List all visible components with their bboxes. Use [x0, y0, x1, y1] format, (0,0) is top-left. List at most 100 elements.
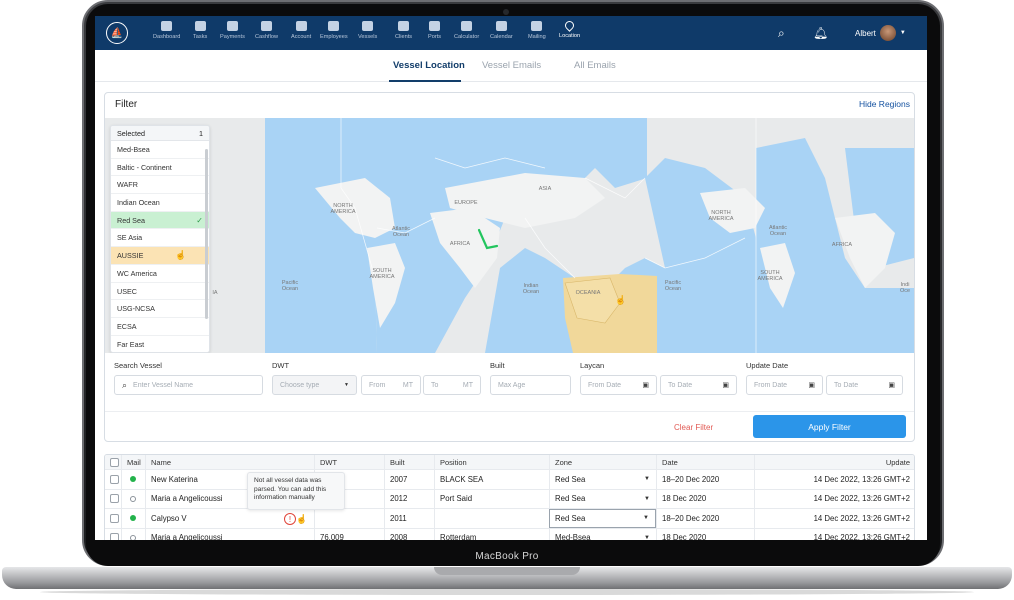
nav-item-ports[interactable]: Ports — [428, 21, 441, 40]
nav-item-tasks[interactable]: Tasks — [193, 21, 207, 40]
column-header-zone[interactable]: Zone — [549, 455, 656, 469]
search-vessel-label: Search Vessel — [114, 361, 162, 370]
mail-cell — [121, 528, 145, 540]
app-logo-icon[interactable]: ⛵ — [106, 22, 128, 44]
caret-down-icon: ▼ — [644, 476, 650, 483]
built-value: 2007 — [390, 474, 408, 484]
column-header-built[interactable]: Built — [384, 455, 434, 469]
update-to-input[interactable]: To Date ▣ — [826, 375, 903, 395]
nav-item-cashflow[interactable]: Cashflow — [255, 21, 278, 40]
mail-cell — [121, 470, 145, 489]
map-label-oceania: OCEANIA — [575, 290, 601, 296]
table-row[interactable]: Maria a Angelicoussi 76,009 2008 Rotterdam M… — [105, 528, 914, 540]
search-icon[interactable]: ⌕ — [778, 26, 785, 41]
update-value: 14 Dec 2022, 13:26 GMT+2 — [813, 474, 910, 484]
cell-zone[interactable]: Med-Bsea ▼ — [549, 528, 656, 540]
map-label-pacific: Pacific Ocean — [281, 280, 299, 292]
nav-item-vessels[interactable]: Vessels — [358, 21, 377, 40]
tab-vessel-emails[interactable]: Vessel Emails — [482, 60, 541, 71]
region-item[interactable]: Med-Bsea — [111, 141, 209, 159]
nav-item-dashboard[interactable]: Dashboard — [153, 21, 180, 40]
region-item-selected[interactable]: Red Sea ✓ — [111, 211, 209, 230]
tab-all-emails[interactable]: All Emails — [574, 60, 616, 71]
region-list: Selected 1 Med-Bsea Baltic - Continent W… — [110, 125, 210, 353]
region-item[interactable]: WC America — [111, 265, 209, 283]
checkmark-icon: ✓ — [196, 215, 203, 225]
tab-vessel-location[interactable]: Vessel Location — [393, 60, 465, 71]
cell-zone[interactable]: Red Sea ▼ — [549, 489, 656, 508]
hide-regions-link[interactable]: Hide Regions — [859, 99, 910, 109]
dashboard-icon — [161, 21, 173, 31]
nav-item-location[interactable]: Location — [559, 19, 580, 39]
select-all-checkbox[interactable] — [110, 457, 119, 467]
table-row[interactable]: Maria a Angelicoussi 2012 Port Said Red Sea… — [105, 489, 914, 509]
cell-zone[interactable]: Red Sea ▼ — [549, 470, 656, 489]
nav-item-employees[interactable]: Employees — [320, 21, 348, 40]
macbook-device: ⛵ Dashboard Tasks Payments Cashflow Account E… — [0, 0, 1014, 600]
search-vessel-input[interactable]: ⌕ Enter Vessel Name — [114, 375, 263, 395]
laycan-from-input[interactable]: From Date ▣ — [580, 375, 657, 395]
region-item[interactable]: USEC — [111, 283, 209, 301]
mail-status-icon — [130, 495, 136, 502]
dwt-unit: MT — [402, 381, 413, 389]
region-item[interactable]: ECSA — [111, 318, 209, 336]
info-tooltip: Not all vessel data was parsed. You can … — [247, 472, 345, 510]
world-map[interactable]: NORTH AMERICA EUROPE ASIA AFRICA SOUTH A… — [105, 118, 914, 353]
built-input[interactable]: Max Age — [490, 375, 571, 395]
tab-bar: Vessel Location Vessel Emails All Emails — [95, 50, 927, 82]
mailing-icon — [531, 21, 543, 31]
column-header-date[interactable]: Date — [656, 455, 754, 469]
cell-built: 2007 — [384, 470, 434, 489]
nav-item-calculator[interactable]: Calculator — [454, 21, 479, 40]
column-header-position[interactable]: Position — [434, 455, 549, 469]
zone-value: Red Sea — [555, 494, 586, 504]
mail-cell — [121, 509, 145, 528]
clear-filter-button[interactable]: Clear Filter — [674, 423, 713, 432]
row-checkbox[interactable] — [110, 513, 119, 523]
nav-item-calendar[interactable]: Calendar — [490, 21, 513, 40]
region-item[interactable]: Baltic - Continent — [111, 159, 209, 177]
laycan-to-input[interactable]: To Date ▣ — [660, 375, 737, 395]
region-item[interactable]: USG-NCSA — [111, 300, 209, 318]
dwt-from-input[interactable]: From MT — [361, 375, 421, 395]
calendar-icon — [495, 21, 507, 31]
table-row[interactable]: New Katerina 2007 BLACK SEA Red Sea ▼ 18–20 D… — [105, 470, 914, 490]
nav-item-payments[interactable]: Payments — [220, 21, 245, 40]
selected-count: 1 — [199, 128, 203, 138]
row-select-cell — [105, 490, 121, 509]
mail-status-icon — [130, 476, 136, 483]
cell-zone[interactable]: Red Sea ▼ — [549, 509, 656, 528]
cell-built: 2008 — [384, 528, 434, 540]
dwt-to-placeholder: To — [431, 381, 439, 389]
column-header-mail[interactable]: Mail — [121, 455, 145, 469]
region-list-scrollbar[interactable] — [205, 149, 208, 319]
warning-icon[interactable]: ! — [284, 513, 296, 525]
built-label: Built — [490, 361, 505, 370]
row-checkbox[interactable] — [110, 474, 119, 484]
search-vessel-placeholder: Enter Vessel Name — [133, 381, 193, 389]
notification-bell-icon[interactable]: 🔔︎ — [813, 26, 828, 40]
nav-item-account[interactable]: Account — [291, 21, 311, 40]
nav-item-mailing[interactable]: Mailing — [528, 21, 546, 40]
column-header-dwt[interactable]: DWT — [314, 455, 384, 469]
apply-filter-button[interactable]: Apply Filter — [753, 415, 906, 438]
dwt-type-select[interactable]: Choose type ▼ — [272, 375, 357, 395]
user-menu[interactable]: Albert ▼ — [855, 25, 906, 41]
map-label-north-america-2: NORTH AMERICA — [708, 210, 734, 222]
nav-item-clients[interactable]: Clients — [395, 21, 412, 40]
row-checkbox[interactable] — [110, 533, 119, 540]
nav-item-label: Calculator — [454, 34, 480, 40]
region-item-hovered[interactable]: AUSSIE ☝ — [111, 247, 209, 265]
row-select-cell — [105, 470, 121, 489]
dwt-to-input[interactable]: To MT — [423, 375, 481, 395]
region-item[interactable]: WAFR — [111, 176, 209, 195]
region-item[interactable]: Indian Ocean — [111, 194, 209, 212]
column-header-name[interactable]: Name — [145, 455, 314, 469]
update-from-input[interactable]: From Date ▣ — [746, 375, 823, 395]
region-item[interactable]: Far East — [111, 336, 209, 352]
select-all-cell — [105, 455, 121, 469]
region-item[interactable]: SE Asia — [111, 229, 209, 248]
table-row[interactable]: Calypso V 2011 Red Sea ▼ 18–20 Dec 2020 14 De… — [105, 509, 914, 529]
row-checkbox[interactable] — [110, 494, 119, 504]
column-header-update[interactable]: Update — [754, 455, 914, 469]
